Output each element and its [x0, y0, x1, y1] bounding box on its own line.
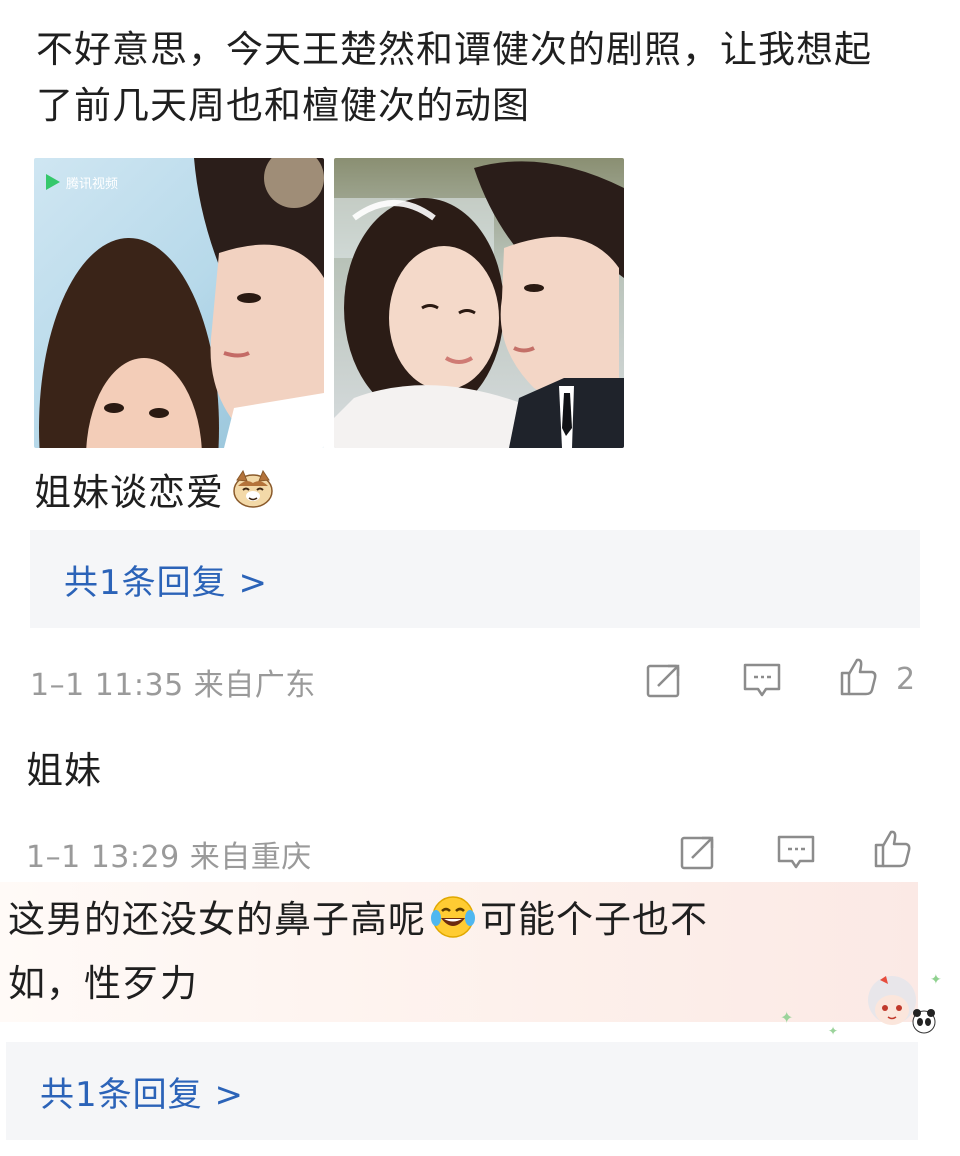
comment-1-text: 不好意思，今天王楚然和谭健次的剧照，让我想起 了前几天周也和檀健次的动图: [36, 22, 936, 134]
comment-1-subtext: 姐妹谈恋爱: [34, 462, 274, 516]
comment-1-line-1: 不好意思，今天王楚然和谭健次的剧照，让我想起: [36, 28, 872, 71]
share-icon[interactable]: [678, 832, 718, 872]
comment-1-subtext-label: 姐妹谈恋爱: [34, 471, 224, 514]
view-replies-label-2: 共1条回复 >: [40, 1074, 244, 1115]
comment-3-text-part-1: 这男的还没女的鼻子高呢: [8, 898, 426, 941]
comment-2-text: 姐妹: [26, 749, 102, 792]
share-icon[interactable]: [644, 660, 684, 700]
comment-3-text-part-2: 可能个子也不: [480, 898, 708, 941]
like-icon[interactable]: [838, 656, 878, 696]
svg-text:✦: ✦: [930, 972, 942, 988]
comment-3-text: 这男的还没女的鼻子高呢 可能个子也不 如，性歹力: [8, 888, 888, 1016]
cat-face-emoji-icon: [233, 469, 273, 508]
like-count: 2: [896, 662, 916, 697]
sparkle-icon: ✦: [828, 1024, 839, 1038]
sparkle-icon: ✦: [780, 1008, 794, 1027]
watermark-text: 腾讯视频: [66, 176, 118, 191]
tears-of-joy-emoji-icon: [431, 896, 475, 938]
comment-image-1[interactable]: 腾讯视频: [34, 158, 324, 448]
comment-icon[interactable]: [742, 660, 782, 700]
comment-1-meta: 1–1 11:35 来自广东: [30, 668, 316, 703]
comment-1-line-2: 了前几天周也和檀健次的动图: [36, 84, 530, 127]
view-replies-button[interactable]: 共1条回复 >: [30, 530, 920, 628]
comment-icon[interactable]: [776, 832, 816, 872]
anime-girl-panda-sticker-icon: ✦: [868, 972, 942, 1034]
comment-image-2[interactable]: [334, 158, 624, 448]
comment-2-meta: 1–1 13:29 来自重庆: [26, 840, 312, 875]
like-icon[interactable]: [872, 828, 912, 868]
view-replies-button-2[interactable]: 共1条回复 >: [6, 1042, 918, 1140]
comment-3-text-line-2: 如，性歹力: [8, 962, 198, 1005]
view-replies-label: 共1条回复 >: [64, 562, 268, 603]
